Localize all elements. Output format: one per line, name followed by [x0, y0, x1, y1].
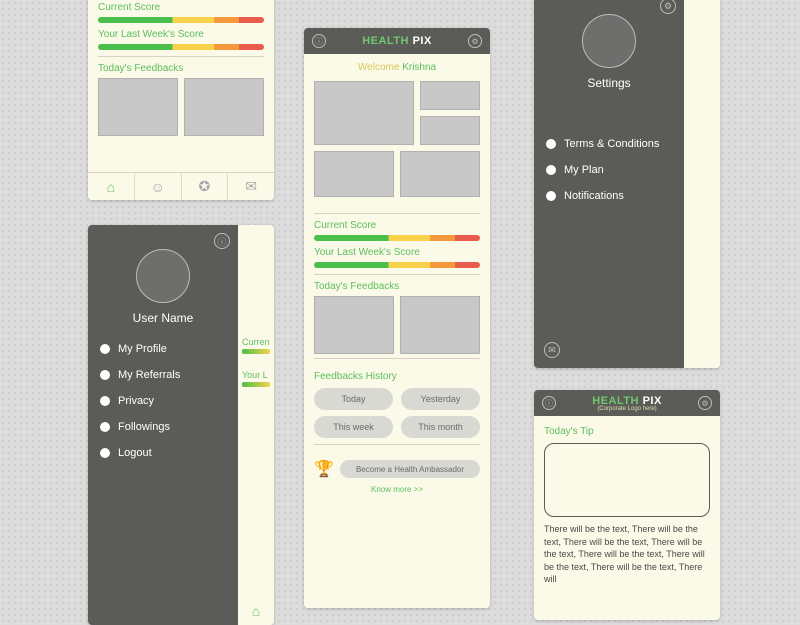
settings-panel: ⚙ Settings Terms & Conditions My Plan No… — [534, 0, 684, 368]
current-score-label: Current Score — [314, 220, 480, 231]
settings-icon[interactable]: ⚙ — [468, 34, 482, 48]
grid-image[interactable] — [420, 81, 480, 110]
divider — [314, 213, 480, 214]
feedback-thumb[interactable] — [400, 296, 480, 354]
bg-label: Current — [242, 337, 270, 347]
menu-item-label: Logout — [118, 447, 152, 459]
filter-today[interactable]: Today — [314, 388, 393, 410]
grid-image[interactable] — [420, 116, 480, 145]
bullet-icon — [100, 448, 110, 458]
settings-title: Settings — [546, 76, 672, 90]
filter-this-week[interactable]: This week — [314, 416, 393, 438]
user-name: User Name — [100, 311, 226, 325]
menu-item-plan[interactable]: My Plan — [546, 164, 672, 176]
grid-image[interactable] — [314, 151, 394, 197]
feedback-thumb[interactable] — [314, 296, 394, 354]
app-header: ⓘ HEALTH PIX (Corporate Logo here) ⚙ — [534, 390, 720, 416]
menu-item-label: Terms & Conditions — [564, 138, 659, 150]
bullet-icon — [100, 344, 110, 354]
divider — [314, 274, 480, 275]
menu-item-label: My Plan — [564, 164, 604, 176]
bullet-icon — [546, 139, 556, 149]
app-header: ⓘ HEALTH PIX ⚙ — [304, 28, 490, 54]
menu-item-profile[interactable]: My Profile — [100, 343, 226, 355]
current-score-bar — [98, 17, 264, 23]
trophy-icon: 🏆 — [314, 459, 334, 479]
main-home-screen: ⓘ HEALTH PIX ⚙ Welcome Krishna Current S… — [304, 28, 490, 608]
tip-body-text: There will be the text, There will be th… — [534, 523, 720, 586]
grid-image[interactable] — [314, 81, 414, 145]
feedback-thumb[interactable] — [184, 78, 264, 136]
menu-item-notifications[interactable]: Notifications — [546, 190, 672, 202]
profile-icon[interactable]: ⓘ — [542, 396, 556, 410]
nav-help[interactable]: ✪ — [182, 173, 229, 200]
settings-icon[interactable]: ⚙ — [660, 0, 676, 14]
nav-chat[interactable]: ✉ — [228, 173, 274, 200]
background-content: Current Your L ⌂ — [238, 225, 274, 625]
menu-item-label: Privacy — [118, 395, 154, 407]
bullet-icon — [100, 396, 110, 406]
menu-item-label: Followings — [118, 421, 170, 433]
menu-item-logout[interactable]: Logout — [100, 447, 226, 459]
menu-item-terms[interactable]: Terms & Conditions — [546, 138, 672, 150]
home-screen-partial: Current Score Your Last Week's Score Tod… — [88, 0, 274, 200]
menu-item-referrals[interactable]: My Referrals — [100, 369, 226, 381]
close-icon[interactable]: ⓘ — [214, 233, 230, 249]
bg-bar — [242, 382, 270, 387]
nav-home[interactable]: ⌂ — [88, 173, 135, 200]
bullet-icon — [546, 165, 556, 175]
last-week-bar — [314, 262, 480, 268]
filter-this-month[interactable]: This month — [401, 416, 480, 438]
app-logo: HEALTH PIX — [592, 395, 662, 407]
divider — [314, 358, 480, 359]
nav-people[interactable]: ☺ — [135, 173, 182, 200]
menu-item-privacy[interactable]: Privacy — [100, 395, 226, 407]
current-score-label: Current Score — [98, 2, 264, 13]
tip-screen: ⓘ HEALTH PIX (Corporate Logo here) ⚙ Tod… — [534, 390, 720, 620]
user-menu-panel: ⓘ User Name My Profile My Referrals Priv… — [88, 225, 238, 625]
settings-screen: ⚙ Settings Terms & Conditions My Plan No… — [534, 0, 720, 368]
bottom-nav: ⌂ ☺ ✪ ✉ — [88, 172, 274, 200]
ambassador-button[interactable]: Become a Health Ambassador — [340, 460, 480, 478]
divider — [98, 56, 264, 57]
tip-label: Today's Tip — [544, 426, 710, 437]
menu-item-followings[interactable]: Followings — [100, 421, 226, 433]
bullet-icon — [100, 370, 110, 380]
profile-icon[interactable]: ⓘ — [312, 34, 326, 48]
tip-image-box — [544, 443, 710, 517]
background-content — [684, 0, 720, 368]
image-grid — [304, 81, 490, 197]
bullet-icon — [100, 422, 110, 432]
avatar[interactable] — [136, 249, 190, 303]
menu-item-label: My Referrals — [118, 369, 180, 381]
feedback-thumb[interactable] — [98, 78, 178, 136]
user-menu-screen: Current Your L ⌂ ⓘ User Name My Profile … — [88, 225, 274, 625]
know-more-link[interactable]: Know more >> — [304, 485, 490, 494]
avatar[interactable] — [582, 14, 636, 68]
last-week-label: Your Last Week's Score — [314, 247, 480, 258]
bg-label: Your L — [242, 370, 270, 380]
logo-subtitle: (Corporate Logo here) — [592, 406, 662, 412]
divider — [314, 444, 480, 445]
current-score-bar — [314, 235, 480, 241]
grid-image[interactable] — [400, 151, 480, 197]
welcome-text: Welcome Krishna — [304, 62, 490, 73]
bullet-icon — [546, 191, 556, 201]
last-week-label: Your Last Week's Score — [98, 29, 264, 40]
app-logo: HEALTH PIX — [362, 35, 432, 47]
history-label: Feedbacks History — [314, 371, 480, 382]
home-icon[interactable]: ⌂ — [238, 603, 274, 619]
last-week-bar — [98, 44, 264, 50]
settings-icon[interactable]: ⚙ — [698, 396, 712, 410]
menu-item-label: Notifications — [564, 190, 624, 202]
bg-bar — [242, 349, 270, 354]
feedbacks-label: Today's Feedbacks — [98, 63, 264, 74]
filter-yesterday[interactable]: Yesterday — [401, 388, 480, 410]
chat-icon[interactable]: ✉ — [544, 342, 560, 358]
menu-item-label: My Profile — [118, 343, 167, 355]
feedbacks-label: Today's Feedbacks — [314, 281, 480, 292]
